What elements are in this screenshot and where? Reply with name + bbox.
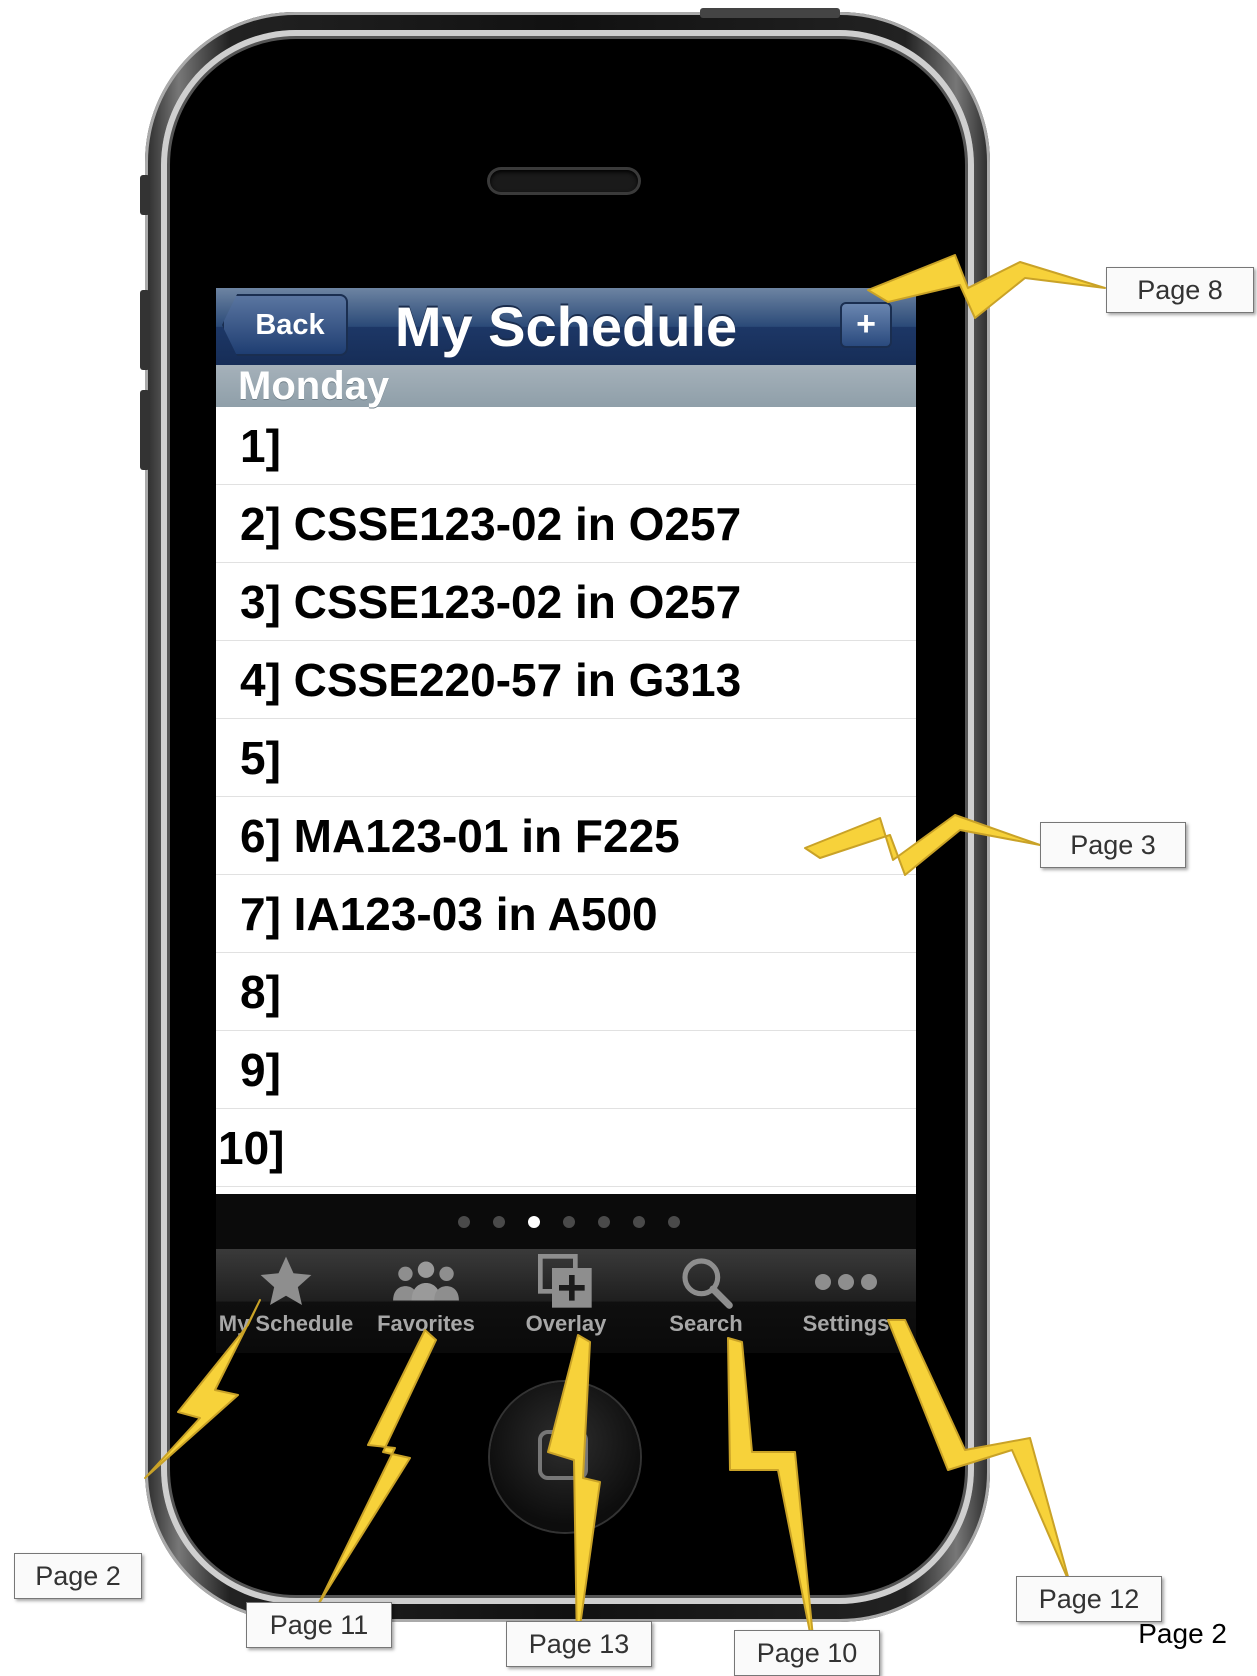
volume-up-button bbox=[140, 290, 150, 370]
day-section-header: Monday bbox=[216, 365, 916, 407]
people-icon bbox=[356, 1249, 496, 1311]
tab-favorites[interactable]: Favorites bbox=[356, 1249, 496, 1353]
schedule-row-5[interactable]: 5] bbox=[216, 719, 916, 797]
add-button[interactable]: + bbox=[840, 302, 892, 348]
tab-label: Search bbox=[669, 1311, 743, 1336]
overlay-add-icon bbox=[496, 1249, 636, 1311]
page-dot[interactable] bbox=[668, 1216, 680, 1228]
navigation-bar: Back My Schedule + bbox=[216, 288, 916, 365]
tab-bar: My Schedule Favorites Overlay Search Set… bbox=[216, 1249, 916, 1353]
tab-label: Favorites bbox=[377, 1311, 475, 1336]
schedule-row-7[interactable]: 7] IA123-03 in A500 bbox=[216, 875, 916, 953]
tab-label: Overlay bbox=[525, 1311, 607, 1336]
page-number: Page 2 bbox=[1138, 1618, 1227, 1649]
page-dot[interactable] bbox=[633, 1216, 645, 1228]
page-control[interactable] bbox=[216, 1194, 916, 1249]
schedule-row-4[interactable]: 4] CSSE220-57 in G313 bbox=[216, 641, 916, 719]
callout-page-13: Page 13 bbox=[506, 1621, 652, 1667]
schedule-row-1[interactable]: 1] bbox=[216, 407, 916, 485]
app-screen: Back My Schedule + Monday 1] 2] CSSE123-… bbox=[216, 288, 916, 1353]
tab-overlay[interactable]: Overlay bbox=[496, 1249, 636, 1353]
page-dot[interactable] bbox=[598, 1216, 610, 1228]
schedule-row-9[interactable]: 9] bbox=[216, 1031, 916, 1109]
tab-search[interactable]: Search bbox=[636, 1249, 776, 1353]
search-icon bbox=[636, 1249, 776, 1311]
sleep-button bbox=[700, 8, 840, 18]
volume-down-button bbox=[140, 390, 150, 470]
callout-page-8: Page 8 bbox=[1106, 267, 1254, 313]
home-button[interactable] bbox=[490, 1382, 640, 1532]
tab-my-schedule[interactable]: My Schedule bbox=[216, 1249, 356, 1353]
back-button[interactable]: Back bbox=[222, 294, 348, 356]
page-dot[interactable] bbox=[563, 1216, 575, 1228]
callout-page-3: Page 3 bbox=[1040, 822, 1186, 868]
schedule-row-3[interactable]: 3] CSSE123-02 in O257 bbox=[216, 563, 916, 641]
schedule-row-6[interactable]: 6] MA123-01 in F225 bbox=[216, 797, 916, 875]
earpiece-speaker bbox=[490, 170, 638, 192]
mute-switch bbox=[140, 175, 150, 215]
tab-settings[interactable]: Settings bbox=[776, 1249, 916, 1353]
home-square-icon bbox=[538, 1430, 588, 1480]
schedule-list: 1] 2] CSSE123-02 in O257 3] CSSE123-02 i… bbox=[216, 407, 916, 1187]
callout-page-2: Page 2 bbox=[14, 1553, 142, 1599]
page-dot[interactable] bbox=[493, 1216, 505, 1228]
callout-page-11: Page 11 bbox=[246, 1602, 392, 1648]
more-dots-icon bbox=[776, 1249, 916, 1311]
callout-page-12: Page 12 bbox=[1016, 1576, 1162, 1622]
page-dot[interactable] bbox=[458, 1216, 470, 1228]
page-title: My Schedule bbox=[394, 295, 738, 358]
schedule-row-8[interactable]: 8] bbox=[216, 953, 916, 1031]
star-icon bbox=[216, 1249, 356, 1311]
schedule-row-2[interactable]: 2] CSSE123-02 in O257 bbox=[216, 485, 916, 563]
tab-label: Settings bbox=[802, 1311, 890, 1336]
tab-label: My Schedule bbox=[218, 1311, 354, 1336]
callout-page-10: Page 10 bbox=[734, 1630, 880, 1676]
page-dot-active[interactable] bbox=[528, 1216, 540, 1228]
schedule-row-10[interactable]: 10] bbox=[216, 1109, 916, 1187]
